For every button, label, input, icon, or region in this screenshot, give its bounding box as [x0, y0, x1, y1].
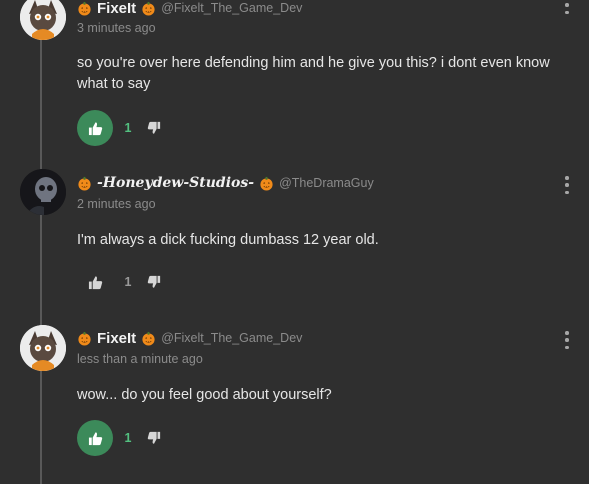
- thumbs-up-icon: [88, 275, 102, 289]
- user-handle[interactable]: @Fixelt_The_Game_Dev: [161, 1, 302, 15]
- upvote-button[interactable]: [77, 264, 113, 300]
- downvote-button[interactable]: [143, 117, 165, 139]
- thumbs-down-icon: [147, 121, 161, 134]
- comment-text: wow... do you feel good about yourself?: [77, 387, 332, 403]
- vote-count: 1: [124, 431, 132, 445]
- character-avatar-icon: [20, 325, 66, 371]
- more-options-icon[interactable]: [560, 329, 574, 351]
- vote-row: 1: [77, 420, 165, 456]
- display-name[interactable]: -Honeydew-Studios-: [97, 175, 254, 191]
- pumpkin-icon: [78, 176, 91, 191]
- pumpkin-icon: [78, 1, 91, 16]
- thumbs-down-icon: [147, 431, 161, 444]
- avatar[interactable]: [20, 325, 66, 371]
- comment-text: I'm always a dick fucking dumbass 12 yea…: [77, 232, 379, 248]
- downvote-button[interactable]: [143, 271, 165, 293]
- comment-header: FixeIt @Fixelt_The_Game_Dev: [77, 328, 302, 348]
- user-handle[interactable]: @TheDramaGuy: [279, 176, 374, 190]
- pumpkin-icon: [142, 331, 155, 346]
- upvote-button[interactable]: [77, 420, 113, 456]
- avatar[interactable]: [20, 169, 66, 215]
- skull-avatar-icon: [20, 169, 66, 215]
- upvote-button[interactable]: [77, 110, 113, 146]
- vote-row: 1: [77, 110, 165, 146]
- display-name[interactable]: FixeIt: [97, 0, 136, 17]
- thread-line: [40, 40, 42, 484]
- comment-text: so you're over here defending him and he…: [77, 55, 550, 92]
- user-handle[interactable]: @Fixelt_The_Game_Dev: [161, 331, 302, 345]
- thumbs-up-icon: [88, 121, 102, 135]
- pumpkin-icon: [260, 176, 273, 191]
- pumpkin-icon: [142, 1, 155, 16]
- thumbs-down-icon: [147, 275, 161, 288]
- vote-count: 1: [124, 275, 132, 289]
- comment-header: FixeIt @Fixelt_The_Game_Dev: [77, 0, 302, 18]
- vote-count: 1: [124, 121, 132, 135]
- more-options-icon[interactable]: [560, 0, 574, 16]
- display-name[interactable]: FixeIt: [97, 330, 136, 347]
- downvote-button[interactable]: [143, 427, 165, 449]
- more-options-icon[interactable]: [560, 174, 574, 196]
- timestamp: 3 minutes ago: [77, 21, 156, 35]
- character-avatar-icon: [20, 0, 66, 40]
- thumbs-up-icon: [88, 431, 102, 445]
- timestamp: 2 minutes ago: [77, 197, 156, 211]
- vote-row: 1: [77, 264, 165, 300]
- comment-header: -Honeydew-Studios- @TheDramaGuy: [77, 173, 374, 193]
- pumpkin-icon: [78, 331, 91, 346]
- timestamp: less than a minute ago: [77, 352, 203, 366]
- avatar[interactable]: [20, 0, 66, 40]
